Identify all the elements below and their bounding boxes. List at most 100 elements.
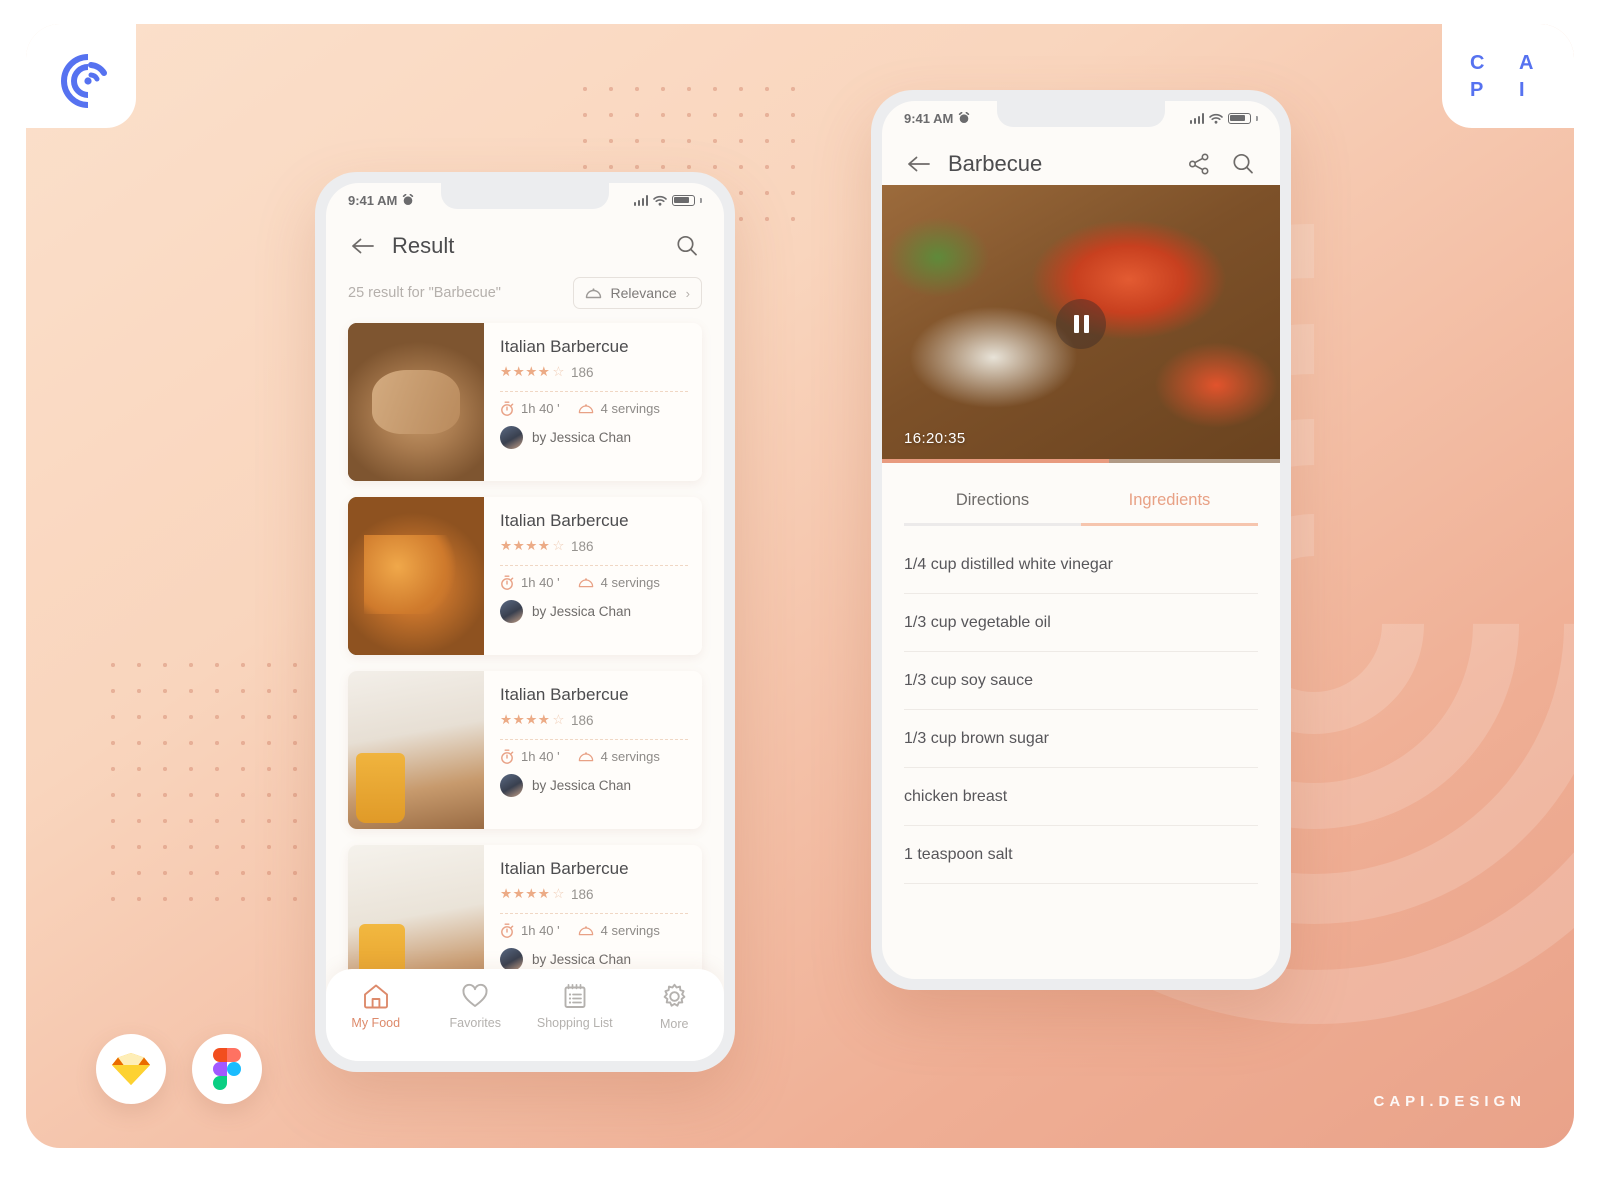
tab-ingredients[interactable]: Ingredients	[1081, 471, 1258, 526]
recipe-title: Italian Barbercue	[500, 337, 629, 356]
sort-label: Relevance	[610, 285, 677, 301]
timer-icon	[501, 575, 514, 590]
wifi-icon	[653, 195, 667, 206]
capi-wordmark: C A P I	[1470, 52, 1546, 102]
nav-item-shopping-list[interactable]: Shopping List	[525, 983, 625, 1030]
capi-concentric-c-logo-icon	[60, 53, 116, 109]
avatar	[500, 426, 523, 449]
arrow-left-icon[interactable]	[904, 149, 934, 179]
recipe-card[interactable]: Italian Barbercue ★★★★ ☆ 186 1h 40 ' 4 s…	[348, 323, 702, 481]
video-timecode: 16:20:35	[904, 430, 966, 447]
recipe-thumbnail	[348, 497, 484, 655]
app-bar: Result	[326, 213, 724, 267]
cook-time-label: 1h 40 '	[521, 575, 560, 590]
cook-time: 1h 40 '	[500, 923, 560, 938]
recipe-card[interactable]: Italian Barbercue ★★★★ ☆ 186 1h 40 ' 4 s…	[348, 497, 702, 655]
divider	[500, 913, 688, 914]
heart-icon	[462, 983, 488, 1007]
rating: ★★★★ ☆ 186	[500, 712, 688, 728]
servings: 4 servings	[578, 923, 660, 938]
recipe-author: by Jessica Chan	[500, 948, 688, 971]
wordmark-letter-c: C	[1470, 52, 1486, 74]
rating-count: 186	[571, 538, 594, 554]
recipe-video-player[interactable]: 16:20:35	[882, 185, 1280, 463]
search-icon[interactable]	[672, 231, 702, 261]
ingredients-list: 1/4 cup distilled white vinegar 1/3 cup …	[882, 526, 1280, 884]
nav-label: More	[660, 1017, 689, 1031]
phone-result-list: 9:41 AM Result 25 result for "Barbecue" …	[315, 172, 735, 1072]
cook-time: 1h 40 '	[500, 575, 560, 590]
rating: ★★★★ ☆ 186	[500, 364, 688, 380]
page-title: Result	[392, 233, 455, 258]
status-time: 9:41 AM	[904, 110, 954, 126]
cloche-icon	[578, 577, 593, 587]
cook-time-label: 1h 40 '	[521, 401, 560, 416]
figma-logo-badge[interactable]	[192, 1034, 262, 1104]
cook-time: 1h 40 '	[500, 401, 560, 416]
bottom-navigation: My Food Favorites Shopping List More	[326, 969, 724, 1061]
servings: 4 servings	[578, 575, 660, 590]
pause-icon[interactable]	[1056, 299, 1106, 349]
avatar	[500, 774, 523, 797]
star-rating-icons: ★★★★ ☆	[500, 886, 566, 901]
cook-time-label: 1h 40 '	[521, 923, 560, 938]
recipe-author: by Jessica Chan	[500, 774, 688, 797]
video-progress-bar[interactable]	[882, 459, 1280, 463]
recipe-card[interactable]: Italian Barbercue ★★★★ ☆ 186 1h 40 ' 4 s…	[348, 671, 702, 829]
gear-icon	[663, 983, 686, 1007]
rating: ★★★★ ☆ 186	[500, 538, 688, 554]
sort-relevance-button[interactable]: Relevance ›	[572, 277, 702, 309]
dot-grid-left	[100, 652, 336, 902]
status-bar: 9:41 AM	[882, 101, 1280, 131]
app-bar: Barbecue	[882, 131, 1280, 185]
share-icon[interactable]	[1184, 149, 1214, 179]
nav-label: My Food	[351, 1016, 401, 1030]
status-bar: 9:41 AM	[326, 183, 724, 213]
rating-count: 186	[571, 886, 594, 902]
servings-label: 4 servings	[600, 575, 660, 590]
tab-label: Directions	[955, 491, 1030, 509]
star-rating-icons: ★★★★ ☆	[500, 712, 566, 727]
alarm-clock-icon	[403, 194, 414, 205]
nav-item-my-food[interactable]: My Food	[326, 983, 426, 1030]
alarm-clock-icon	[959, 112, 970, 123]
recipe-list: Italian Barbercue ★★★★ ☆ 186 1h 40 ' 4 s…	[326, 323, 724, 1003]
cook-time: 1h 40 '	[500, 749, 560, 764]
author-name: by Jessica Chan	[532, 778, 632, 793]
result-meta-row: 25 result for "Barbecue" Relevance ›	[326, 267, 724, 323]
notepad-icon	[564, 983, 586, 1008]
chevron-right-icon: ›	[685, 285, 690, 301]
servings-label: 4 servings	[600, 749, 660, 764]
arrow-left-icon[interactable]	[348, 231, 378, 261]
list-item: 1/4 cup distilled white vinegar	[904, 536, 1258, 594]
nav-item-favorites[interactable]: Favorites	[426, 983, 526, 1030]
wifi-icon	[1209, 113, 1223, 124]
list-item: 1/3 cup brown sugar	[904, 710, 1258, 768]
result-count-label: 25 result for "Barbecue"	[348, 285, 501, 301]
home-icon	[363, 984, 388, 1009]
star-rating-icons: ★★★★ ☆	[500, 538, 566, 553]
tab-label: Ingredients	[1128, 491, 1211, 509]
presentation-canvas: C A P I 9:41 AM Result 25 result for "Ba…	[26, 24, 1574, 1148]
cellular-signal-icon	[633, 194, 648, 206]
nav-label: Favorites	[449, 1016, 501, 1030]
recipe-title: Italian Barbercue	[500, 685, 629, 704]
timer-icon	[501, 923, 514, 938]
cloche-icon	[578, 751, 593, 761]
search-icon[interactable]	[1228, 149, 1258, 179]
rating: ★★★★ ☆ 186	[500, 886, 688, 902]
sketch-logo-badge[interactable]	[96, 1034, 166, 1104]
phone-recipe-detail: 9:41 AM Barbecue 16:20:35 Directions Ing…	[871, 90, 1291, 990]
status-time: 9:41 AM	[348, 192, 398, 208]
wordmark-letter-i: I	[1519, 79, 1526, 101]
page-title: Barbecue	[948, 151, 1043, 176]
sketch-logo-icon	[112, 1053, 150, 1085]
nav-item-more[interactable]: More	[625, 983, 725, 1031]
author-name: by Jessica Chan	[532, 430, 632, 445]
star-rating-icons: ★★★★ ☆	[500, 364, 566, 379]
author-name: by Jessica Chan	[532, 604, 632, 619]
capi-design-watermark: CAPI.DESIGN	[1373, 1093, 1526, 1110]
tab-directions[interactable]: Directions	[904, 471, 1081, 526]
recipe-author: by Jessica Chan	[500, 426, 688, 449]
list-item: 1 teaspoon salt	[904, 826, 1258, 884]
